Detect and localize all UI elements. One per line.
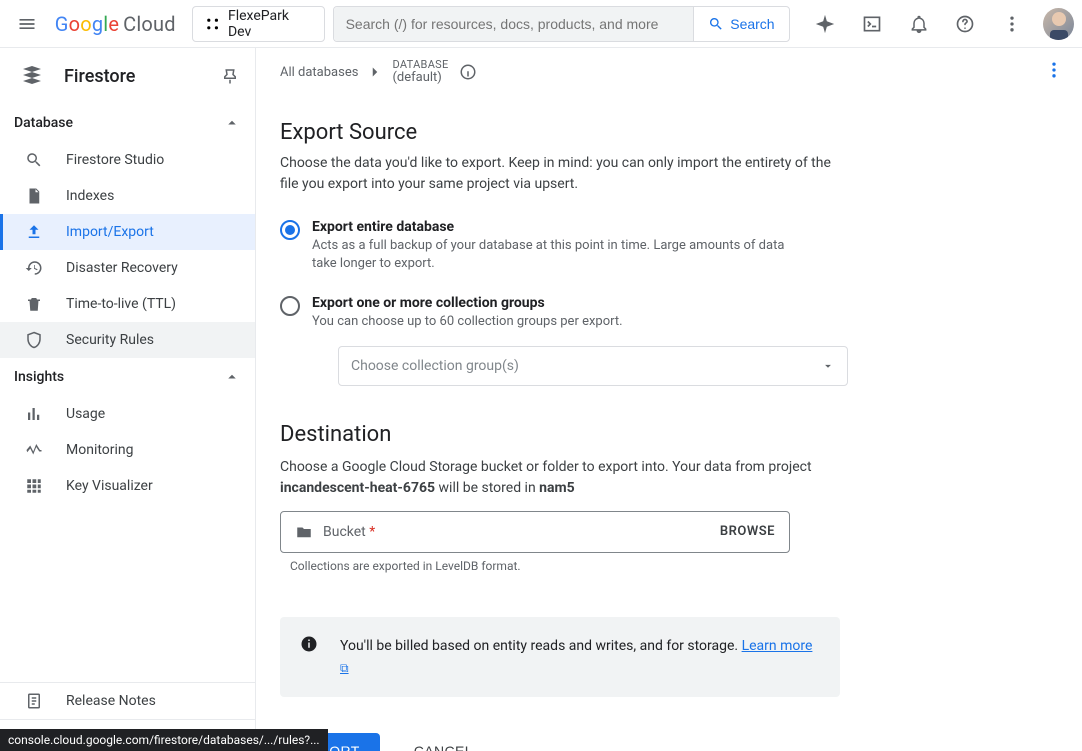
- section-database-header[interactable]: Database: [0, 104, 255, 142]
- pin-icon[interactable]: [215, 61, 245, 91]
- browse-button[interactable]: BROWSE: [720, 524, 775, 539]
- search-button[interactable]: Search: [693, 7, 788, 41]
- search-icon: [24, 151, 44, 169]
- sidebar-item-import-export[interactable]: Import/Export: [0, 214, 255, 250]
- chevron-up-icon: [223, 368, 241, 386]
- radio-label-groups: Export one or more collection groups: [312, 295, 1042, 311]
- global-header: Google Cloud FlexePark Dev Search: [0, 0, 1082, 48]
- bucket-helper-text: Collections are exported in LevelDB form…: [290, 559, 1042, 573]
- sidebar-item-release-notes[interactable]: Release Notes: [0, 683, 255, 719]
- shield-icon: [24, 331, 44, 349]
- google-cloud-logo[interactable]: Google Cloud: [55, 12, 184, 36]
- breadcrumb-all-databases[interactable]: All databases: [280, 65, 358, 80]
- page-more-menu-icon[interactable]: [1044, 60, 1064, 80]
- upload-icon: [24, 223, 44, 241]
- sidebar-item-indexes[interactable]: Indexes: [0, 178, 255, 214]
- breadcrumb-database[interactable]: DATABASE (default): [392, 59, 448, 85]
- project-name: FlexePark Dev: [228, 8, 312, 40]
- account-avatar[interactable]: [1043, 8, 1074, 40]
- chevron-right-icon: [366, 63, 384, 81]
- radio-desc-entire: Acts as a full backup of your database a…: [312, 237, 792, 273]
- export-source-title: Export Source: [280, 120, 1042, 145]
- notifications-icon[interactable]: [899, 4, 938, 44]
- sidebar: Firestore Database Firestore Studio Inde…: [0, 48, 256, 751]
- help-icon[interactable]: [946, 4, 985, 44]
- sidebar-item-usage[interactable]: Usage: [0, 396, 255, 432]
- radio-export-entire-database[interactable]: [280, 220, 300, 240]
- destination-description: Choose a Google Cloud Storage bucket or …: [280, 457, 840, 499]
- notes-icon: [24, 692, 44, 710]
- sidebar-item-monitoring[interactable]: Monitoring: [0, 432, 255, 468]
- collection-groups-select[interactable]: Choose collection group(s): [338, 346, 848, 386]
- breadcrumb-bar: All databases DATABASE (default): [256, 48, 1082, 96]
- radio-desc-groups: You can choose up to 60 collection group…: [312, 313, 792, 331]
- product-header: Firestore: [0, 48, 255, 104]
- dropdown-icon: [821, 359, 835, 373]
- sidebar-item-firestore-studio[interactable]: Firestore Studio: [0, 142, 255, 178]
- hamburger-menu-button[interactable]: [8, 4, 47, 44]
- monitoring-icon: [24, 441, 44, 459]
- folder-icon: [295, 523, 313, 541]
- document-icon: [24, 187, 44, 205]
- radio-export-collection-groups[interactable]: [280, 296, 300, 316]
- history-icon: [24, 259, 44, 277]
- search-bar: Search: [333, 6, 790, 42]
- main-content: All databases DATABASE (default) Export …: [256, 48, 1082, 751]
- sidebar-item-security-rules[interactable]: Security Rules: [0, 322, 255, 358]
- trash-icon: [24, 295, 44, 313]
- section-insights-header[interactable]: Insights: [0, 358, 255, 396]
- sidebar-item-disaster-recovery[interactable]: Disaster Recovery: [0, 250, 255, 286]
- destination-title: Destination: [280, 422, 1042, 447]
- cancel-button[interactable]: CANCEL: [408, 733, 479, 751]
- sidebar-item-ttl[interactable]: Time-to-live (TTL): [0, 286, 255, 322]
- project-icon: [205, 16, 220, 32]
- firestore-logo-icon: [20, 64, 44, 88]
- external-link-icon: ⧉: [340, 661, 349, 675]
- bucket-input[interactable]: Bucket * BROWSE: [280, 511, 790, 553]
- browser-status-bar: console.cloud.google.com/firestore/datab…: [0, 729, 328, 751]
- cloud-shell-icon[interactable]: [852, 4, 891, 44]
- gemini-spark-icon[interactable]: [806, 4, 845, 44]
- billing-notice: You'll be billed based on entity reads a…: [280, 617, 840, 698]
- info-solid-icon: [300, 635, 318, 653]
- more-vert-icon[interactable]: [993, 4, 1032, 44]
- search-icon: [708, 16, 724, 32]
- sidebar-item-key-visualizer[interactable]: Key Visualizer: [0, 468, 255, 504]
- heatmap-icon: [24, 477, 44, 495]
- info-icon[interactable]: [459, 63, 477, 81]
- chevron-up-icon: [223, 114, 241, 132]
- product-title: Firestore: [64, 66, 195, 87]
- export-source-description: Choose the data you'd like to export. Ke…: [280, 153, 840, 195]
- search-input[interactable]: [334, 7, 694, 41]
- radio-label-entire: Export entire database: [312, 219, 792, 235]
- project-picker[interactable]: FlexePark Dev: [192, 6, 325, 42]
- bar-chart-icon: [24, 405, 44, 423]
